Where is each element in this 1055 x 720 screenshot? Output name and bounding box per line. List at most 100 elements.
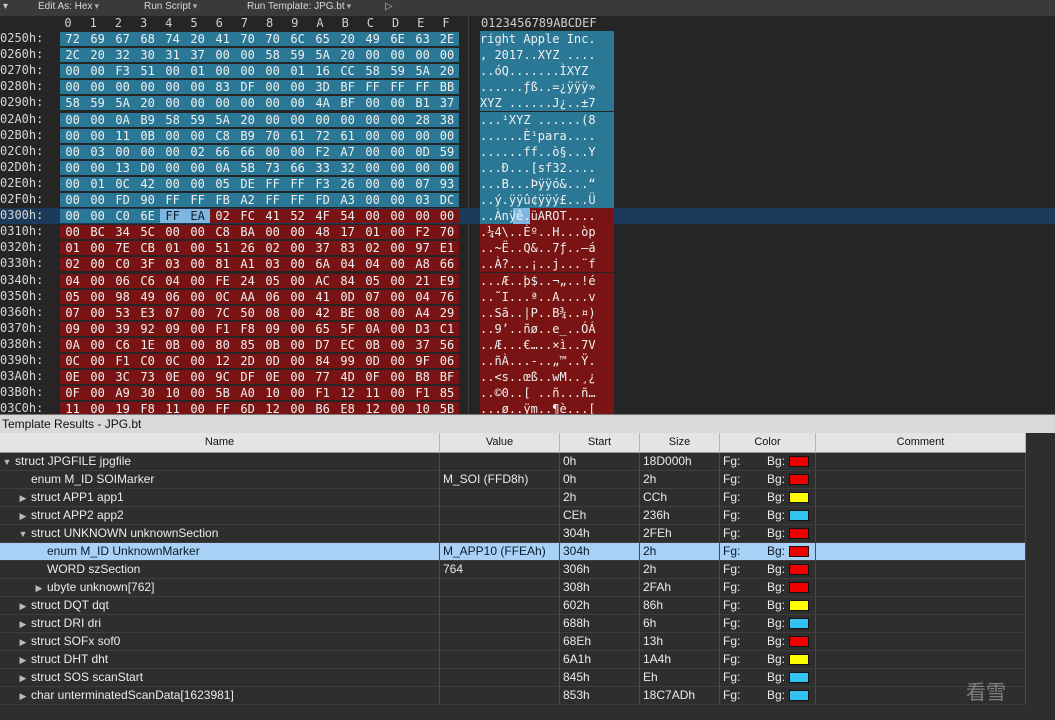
hex-byte[interactable]: 01 xyxy=(185,64,211,79)
hex-byte[interactable]: 00 xyxy=(210,96,236,111)
hex-byte[interactable]: 00 xyxy=(85,160,111,175)
result-color-cell[interactable]: Fg: Bg: xyxy=(720,453,816,470)
ascii-text[interactable]: ..óQ.......ÌXYZ xyxy=(480,63,614,80)
bg-color-swatch[interactable] xyxy=(789,636,809,647)
hex-byte[interactable]: 0C xyxy=(160,354,186,368)
hex-row[interactable]: 0350h: 05 00 98 49 06 00 0C AA 06 00 41 0D 07 00 04 76..… xyxy=(0,288,1055,305)
hex-byte[interactable]: 17 xyxy=(335,225,361,240)
hex-byte[interactable]: 41 xyxy=(210,32,236,46)
hex-row[interactable]: 0320h: 01 00 7E CB 01 00 51 26 02 00 37 83 02 00 97 E1..… xyxy=(0,240,1055,257)
hex-byte[interactable]: 3D xyxy=(310,80,336,95)
hex-byte[interactable]: 03 xyxy=(160,257,186,272)
hex-byte[interactable]: 01 xyxy=(85,176,111,191)
hex-byte[interactable]: 00 xyxy=(85,273,111,288)
hex-byte[interactable]: 0E xyxy=(60,370,86,385)
hex-byte[interactable]: 03 xyxy=(260,257,286,272)
bg-color-swatch[interactable] xyxy=(789,510,809,521)
hex-byte[interactable]: 5A xyxy=(110,96,136,111)
hex-byte[interactable]: 00 xyxy=(85,209,111,224)
hex-byte[interactable]: E3 xyxy=(135,305,161,320)
hex-byte[interactable]: 00 xyxy=(85,354,111,368)
hex-byte[interactable]: A9 xyxy=(110,386,136,401)
hex-byte[interactable]: 04 xyxy=(335,257,361,272)
hex-byte[interactable]: FD xyxy=(310,193,336,207)
hex-byte[interactable]: 1E xyxy=(135,337,161,352)
hex-byte[interactable]: 0C xyxy=(60,354,86,368)
hex-byte[interactable]: 00 xyxy=(60,160,86,175)
hex-byte[interactable]: 58 xyxy=(60,96,86,111)
result-color-cell[interactable]: Fg: Bg: xyxy=(720,471,816,488)
hex-byte[interactable]: 28 xyxy=(410,112,436,127)
hex-byte[interactable]: 48 xyxy=(310,225,336,240)
hex-byte[interactable]: 00 xyxy=(85,370,111,385)
hex-byte[interactable]: 00 xyxy=(285,370,311,385)
hex-byte[interactable]: DF xyxy=(235,370,261,385)
hex-byte[interactable]: 00 xyxy=(85,386,111,401)
ascii-text[interactable]: ..ý.ÿÿû¢ÿÿý£...Ü xyxy=(480,192,614,208)
hex-byte[interactable]: BF xyxy=(335,80,361,95)
hex-byte[interactable]: 00 xyxy=(185,176,211,191)
hex-byte[interactable]: 42 xyxy=(310,305,336,320)
hex-byte[interactable]: 00 xyxy=(335,112,361,127)
hex-byte[interactable]: 93 xyxy=(435,176,459,191)
hex-byte[interactable]: FE xyxy=(210,273,236,288)
hex-byte[interactable]: 01 xyxy=(60,241,86,256)
hex-byte[interactable]: F8 xyxy=(235,321,261,336)
hex-byte[interactable]: 0E xyxy=(160,370,186,385)
expand-triangle-icon[interactable]: ▶ xyxy=(18,652,28,668)
hex-byte[interactable]: 20 xyxy=(85,48,111,63)
hex-byte[interactable]: 32 xyxy=(335,160,361,175)
hex-byte[interactable]: 00 xyxy=(185,305,211,320)
hex-byte[interactable]: 05 xyxy=(60,289,86,304)
hex-byte[interactable]: FF xyxy=(160,209,186,224)
result-row[interactable]: ▶ ubyte unknown[762] 308h 2FAh Fg: Bg: xyxy=(0,579,1026,597)
hex-byte[interactable]: B9 xyxy=(135,112,161,127)
hex-byte[interactable]: 00 xyxy=(260,225,286,240)
hex-row[interactable]: 02F0h: 00 00 FD 90 FF FF FB A2 FF FF FD A3 00 00 03 DC..… xyxy=(0,192,1055,208)
hex-byte[interactable]: 6E xyxy=(385,32,411,46)
hex-byte[interactable]: 4A xyxy=(310,96,336,111)
hex-byte[interactable]: 00 xyxy=(410,209,436,224)
result-value[interactable] xyxy=(440,489,560,506)
hex-byte[interactable]: 00 xyxy=(85,337,111,352)
hex-byte[interactable]: CC xyxy=(335,64,361,79)
result-color-cell[interactable]: Fg: Bg: xyxy=(720,597,816,614)
hex-byte[interactable]: 00 xyxy=(285,337,311,352)
hex-byte[interactable]: 6C xyxy=(285,32,311,46)
hex-byte[interactable]: 85 xyxy=(235,337,261,352)
hex-byte[interactable]: 65 xyxy=(310,321,336,336)
hex-byte[interactable]: BA xyxy=(235,225,261,240)
hex-byte[interactable]: C1 xyxy=(435,321,459,336)
hex-row[interactable]: 02B0h: 00 00 11 0B 00 00 C8 B9 70 61 72 61 00 00 00 00..… xyxy=(0,127,1055,144)
hex-byte[interactable]: 68 xyxy=(135,32,161,46)
hex-byte[interactable]: 00 xyxy=(385,386,411,401)
hex-byte[interactable]: FF xyxy=(285,193,311,207)
hex-byte[interactable]: 00 xyxy=(60,225,86,240)
hex-row[interactable]: 0270h: 00 00 F3 51 00 01 00 00 00 01 16 CC 58 59 5A 20..… xyxy=(0,63,1055,80)
hex-byte[interactable]: 00 xyxy=(310,112,336,127)
hex-byte[interactable]: 0E xyxy=(260,370,286,385)
hex-byte[interactable]: 00 xyxy=(185,225,211,240)
hex-byte[interactable]: 00 xyxy=(185,128,211,143)
hex-byte[interactable]: 00 xyxy=(160,144,186,159)
hex-byte[interactable]: 51 xyxy=(210,241,236,256)
hex-row[interactable]: 0390h: 0C 00 F1 C0 0C 00 12 2D 0D 00 84 99 0D 00 9F 06..… xyxy=(0,353,1055,369)
hex-byte[interactable]: 09 xyxy=(160,321,186,336)
hex-byte[interactable]: 0A xyxy=(360,321,386,336)
result-value[interactable] xyxy=(440,615,560,632)
hex-byte[interactable]: EA xyxy=(185,209,211,224)
result-color-cell[interactable]: Fg: Bg: xyxy=(720,525,816,542)
hex-byte[interactable]: 0D xyxy=(410,144,436,159)
ascii-text[interactable]: , 2017..XYZ .... xyxy=(480,47,614,64)
column-header-value[interactable]: Value xyxy=(440,433,560,452)
hex-byte[interactable]: 30 xyxy=(135,48,161,63)
hex-byte[interactable]: 70 xyxy=(435,225,459,240)
hex-byte[interactable]: 07 xyxy=(360,289,386,304)
hex-byte[interactable]: 0A xyxy=(110,112,136,127)
hex-byte[interactable]: 00 xyxy=(385,160,411,175)
result-value[interactable] xyxy=(440,579,560,596)
hex-byte[interactable]: 02 xyxy=(210,209,236,224)
result-value[interactable] xyxy=(440,525,560,542)
hex-byte[interactable]: 00 xyxy=(60,193,86,207)
hex-row[interactable]: 03B0h: 0F 00 A9 30 10 00 5B A0 10 00 F1 12 11 00 F1 85..… xyxy=(0,385,1055,402)
